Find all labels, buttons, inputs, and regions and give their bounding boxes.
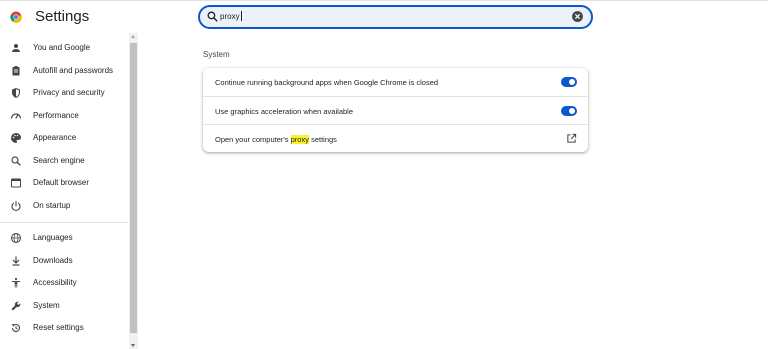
sidebar-item-downloads[interactable]: Downloads [0,251,128,271]
system-settings-card: Continue running background apps when Go… [203,68,588,152]
section-title: System [203,50,230,59]
sidebar-item-label: Downloads [33,256,73,265]
palette-icon [11,133,21,143]
search-icon [11,156,21,166]
sidebar-item-on-startup[interactable]: On startup [0,196,128,216]
open-in-new-icon[interactable] [566,133,577,144]
background-apps-toggle[interactable] [561,77,577,87]
app-title: Settings [35,8,90,25]
setting-label: Continue running background apps when Go… [215,78,439,87]
accessibility-icon [12,277,20,288]
scrollbar-thumb[interactable] [130,43,137,333]
sidebar-item-label: Languages [33,233,73,242]
sidebar-item-label: On startup [33,201,71,210]
chrome-logo-icon [10,11,22,23]
setting-label: Open your computer's proxy settings [215,135,337,144]
wrench-icon [11,301,21,311]
sidebar-item-privacy[interactable]: Privacy and security [0,83,128,103]
search-icon [207,11,218,22]
sidebar-item-autofill[interactable]: Autofill and passwords [0,61,128,81]
sidebar-divider [0,222,128,223]
browser-icon [11,178,21,188]
setting-label: Use graphics acceleration when available [215,107,353,116]
sidebar-item-default-browser[interactable]: Default browser [0,173,128,193]
search-value[interactable]: proxy [220,11,242,21]
clipboard-icon [12,66,20,76]
sidebar-item-label: Accessibility [33,278,77,287]
download-icon [12,256,20,266]
sidebar-item-you-and-google[interactable]: You and Google [0,38,128,58]
sidebar-item-label: System [33,301,60,310]
sidebar-item-system[interactable]: System [0,296,128,316]
reset-icon [11,324,21,333]
speedometer-icon [10,113,22,119]
sidebar-item-languages[interactable]: Languages [0,228,128,248]
power-icon [11,200,21,211]
person-icon [12,44,20,52]
sidebar-item-label: Appearance [33,133,77,142]
sidebar-item-appearance[interactable]: Appearance [0,128,128,148]
search-settings-input[interactable]: proxy [198,5,593,29]
sidebar-item-label: Reset settings [33,323,84,332]
sidebar-scrollbar[interactable] [129,33,138,349]
sidebar-item-label: Autofill and passwords [33,66,114,75]
search-highlight: proxy [290,135,309,144]
globe-icon [11,233,21,243]
top-border [0,0,768,1]
scroll-down-arrow-icon[interactable] [131,344,135,347]
setting-row-proxy-settings[interactable]: Open your computer's proxy settings [203,124,588,152]
sidebar-item-label: Search engine [33,156,85,165]
shield-icon [12,88,20,98]
sidebar-item-label: You and Google [33,43,91,52]
setting-row-background-apps[interactable]: Continue running background apps when Go… [203,68,588,96]
sidebar-item-label: Performance [33,111,79,120]
sidebar-item-performance[interactable]: Performance [0,106,128,126]
sidebar-item-reset-settings[interactable]: Reset settings [0,318,128,338]
toggle-knob [569,108,575,114]
sidebar-item-search-engine[interactable]: Search engine [0,151,128,171]
clear-search-icon[interactable] [571,10,584,23]
sidebar-item-accessibility[interactable]: Accessibility [0,273,128,293]
graphics-acceleration-toggle[interactable] [561,106,577,116]
sidebar-item-label: Default browser [33,178,90,187]
scroll-up-arrow-icon[interactable] [131,35,135,38]
toggle-knob [569,79,575,85]
sidebar-item-label: Privacy and security [33,88,105,97]
setting-row-graphics-acceleration[interactable]: Use graphics acceleration when available [203,96,588,124]
